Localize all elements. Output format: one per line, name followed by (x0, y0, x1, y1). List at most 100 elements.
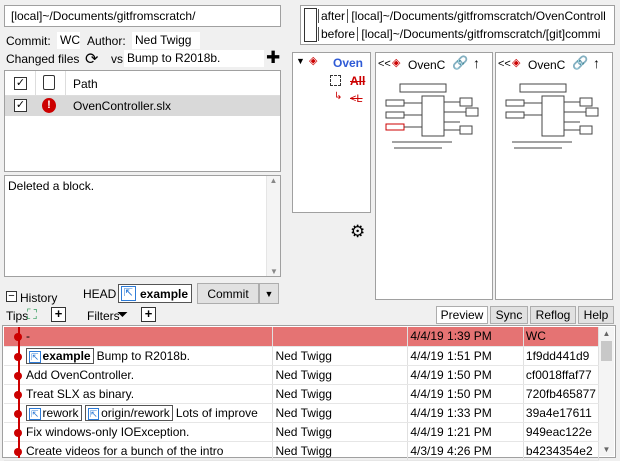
file-checkbox[interactable]: ✓ (14, 99, 27, 112)
branch-icon: ⇱ (121, 286, 136, 301)
history-message-cell: Treat SLX as binary. (4, 384, 274, 404)
commit-hash: 720fb465877 (523, 384, 600, 404)
tree-item-l[interactable]: <L (350, 93, 363, 105)
tab-sync[interactable]: Sync (490, 306, 528, 324)
commit-date: 4/4/19 1:50 PM (407, 384, 524, 404)
refresh-icon[interactable]: ⟳ (85, 49, 98, 69)
history-row[interactable]: Treat SLX as binary. Ned Twigg 4/4/19 1:50… (4, 384, 600, 404)
history-row[interactable]: ⇱ example Bump to R2018b. Ned Twigg 4/4/19 1… (4, 346, 600, 366)
history-message-cell: ⇱ rework ⇱ origin/rework Lots of improve (4, 403, 274, 423)
commit-hash: 39a4e17611 (523, 403, 600, 423)
commit-message: Lots of improve (175, 405, 258, 420)
add-icon[interactable]: ✚ (266, 48, 280, 68)
history-message-cell: - (4, 327, 274, 347)
block-tree: ▼ ◈ Oven All ↳ <L (292, 52, 371, 213)
history-collapse-icon[interactable]: − (6, 291, 17, 302)
commit-date: 4/4/19 1:21 PM (407, 422, 524, 442)
message-scrollbar[interactable]: ▲ ▼ (266, 176, 280, 276)
commit-hash: b4234354e2 (523, 441, 600, 461)
history-scroll-thumb[interactable] (601, 341, 612, 361)
preview-after-panel: << ◈ OvenC 🔗 ↑ (375, 52, 493, 300)
history-scrollbar[interactable]: ▲ ▼ (599, 327, 614, 456)
panel-model-icon-2: ◈ (512, 57, 521, 69)
link-icon[interactable]: 🔗 (452, 55, 468, 71)
changed-files-label: Changed files (6, 52, 80, 66)
repo-path-field[interactable]: [local]~/Documents/gitfromscratch/ (4, 5, 281, 27)
tab-reflog[interactable]: Reflog (530, 306, 576, 324)
history-row[interactable]: Add OvenController. Ned Twigg 4/4/19 1:50 … (4, 365, 600, 385)
tree-root[interactable]: Oven (333, 56, 369, 70)
vs-label: vs (111, 52, 123, 66)
commit-author: Ned Twigg (272, 422, 409, 442)
history-table: - 4/4/19 1:39 PM WC ⇱ example Bump to R2018b.… (4, 327, 600, 461)
history-row[interactable]: Fix windows-only IOException. Ned Twigg 4/… (4, 422, 600, 442)
settings-gear-icon[interactable]: ⚙ (350, 222, 365, 242)
tips-label: Tips (6, 309, 29, 323)
history-row[interactable]: ⇱ rework ⇱ origin/rework Lots of improve Ned … (4, 403, 600, 423)
commit-dropdown-icon[interactable]: ▼ (259, 283, 279, 304)
tree-expand-icon[interactable]: ▼ (296, 56, 305, 66)
file-row[interactable]: ✓ ! OvenController.slx (5, 96, 280, 116)
after-label: after (318, 9, 349, 23)
file-name: OvenController.slx (73, 99, 172, 113)
history-message-cell: Create videos for a bunch of the intro (4, 441, 274, 461)
head-branch-name: example (140, 287, 189, 301)
swap-bracket-icon[interactable] (304, 8, 317, 42)
history-row[interactable]: - 4/4/19 1:39 PM WC (4, 327, 600, 347)
author-label: Author: (87, 34, 126, 48)
up-arrow-icon[interactable]: ↑ (473, 55, 480, 71)
path-header: Path (73, 77, 98, 91)
panel-model-icon: ◈ (392, 57, 401, 69)
vs-commit-value[interactable]: Bump to R2018b. (124, 50, 264, 67)
commit-date: 4/4/19 1:33 PM (407, 403, 524, 423)
up-arrow-icon-2[interactable]: ↑ (593, 55, 600, 71)
panel-title-2: OvenC (528, 58, 566, 72)
block-icon (330, 75, 341, 86)
commit-hash: 1f9dd441d9 (523, 346, 600, 366)
tab-help[interactable]: Help (578, 306, 614, 324)
head-branch-badge[interactable]: ⇱ example (118, 284, 192, 303)
author-value[interactable]: Ned Twigg (132, 32, 200, 49)
link-icon-2[interactable]: 🔗 (572, 55, 588, 71)
history-message-cell: Fix windows-only IOException. (4, 422, 274, 442)
commit-date: 4/4/19 1:50 PM (407, 365, 524, 385)
commit-button[interactable]: Commit (197, 283, 259, 304)
preview-before-panel: << ◈ OvenC 🔗 ↑ (495, 52, 613, 300)
commit-author: Ned Twigg (272, 403, 409, 423)
commit-message: Add OvenController. (26, 367, 135, 382)
tab-preview[interactable]: Preview (436, 306, 488, 324)
filter-icon[interactable]: ⏷ (117, 306, 128, 323)
tips-icon[interactable]: ⛶ (27, 306, 37, 323)
commit-hash: 949eac122e (523, 422, 600, 442)
commit-message-text: Deleted a block. (8, 179, 95, 193)
commit-date: 4/4/19 1:39 PM (407, 327, 524, 347)
branch-badge[interactable]: ⇱ origin/rework (84, 404, 173, 421)
history-row[interactable]: Create videos for a bunch of the intro Ne… (4, 441, 600, 461)
nav-back-icon[interactable]: << (378, 58, 391, 70)
nav-back-icon-2[interactable]: << (498, 58, 511, 70)
commit-hash: cf0018ffaf77 (523, 365, 600, 385)
history-label: History (20, 291, 58, 305)
branch-icon: ⇱ (29, 350, 41, 363)
branch-badge[interactable]: ⇱ example (26, 347, 94, 364)
after-path: [local]~/Documents/gitfromscratch/OvenCo… (351, 9, 606, 23)
branch-badge[interactable]: ⇱ rework (26, 404, 82, 421)
repo-path-text: [local]~/Documents/gitfromscratch/ (11, 9, 196, 23)
model-icon: ◈ (309, 55, 318, 67)
branch-icon: ⇱ (29, 407, 41, 420)
commit-hash: WC (523, 327, 600, 347)
add-filter-icon[interactable]: + (141, 307, 156, 322)
tree-item-all[interactable]: All (350, 74, 365, 88)
commit-message: Treat SLX as binary. (26, 386, 135, 401)
commit-value[interactable]: WC (57, 32, 80, 49)
commit-author: Ned Twigg (272, 384, 409, 404)
file-table-header: ✓ Path (5, 71, 280, 96)
select-all-checkbox[interactable]: ✓ (14, 77, 27, 90)
modified-icon: ! (42, 98, 56, 113)
line-icon: ↳ (334, 91, 343, 102)
compare-header: after [local]~/Documents/gitfromscratch/… (300, 5, 615, 45)
commit-date: 4/4/19 1:51 PM (407, 346, 524, 366)
add-tip-icon[interactable]: + (51, 307, 66, 322)
commit-message-input[interactable]: Deleted a block. ▲ ▼ (4, 175, 281, 277)
commit-author: Ned Twigg (272, 365, 409, 385)
